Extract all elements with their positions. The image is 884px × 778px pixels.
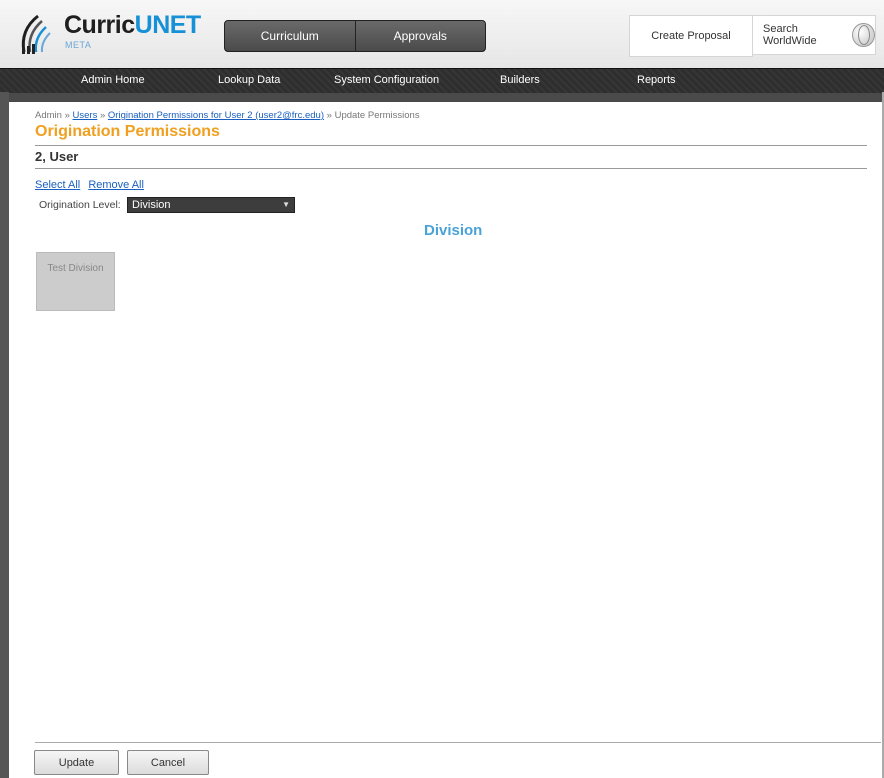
user-name-heading: 2, User	[35, 149, 79, 164]
menu-admin-home[interactable]: Admin Home	[81, 74, 145, 86]
select-all-link[interactable]: Select All	[35, 179, 80, 191]
search-worldwide-button[interactable]: Search WorldWide	[752, 15, 876, 55]
footer-divider	[35, 742, 881, 743]
page-title: Origination Permissions	[35, 123, 220, 140]
title-divider	[35, 145, 867, 146]
logo-text-part1: Curric	[64, 11, 135, 39]
section-title: Division	[424, 222, 483, 239]
header-bar: CurricUNET META Curriculum Approvals Cre…	[0, 0, 884, 68]
main-nav-tabs: Curriculum Approvals	[224, 20, 486, 52]
breadcrumb-separator: »	[326, 110, 332, 121]
logo-subtitle: META	[65, 40, 92, 50]
origination-level-value: Division	[132, 199, 171, 211]
breadcrumb-users-link[interactable]: Users	[73, 110, 98, 121]
create-proposal-button[interactable]: Create Proposal	[629, 15, 753, 57]
curricunet-logo[interactable]: CurricUNET META	[18, 8, 208, 60]
main-content: Admin » Users » Origination Permissions …	[9, 102, 882, 778]
tab-curriculum[interactable]: Curriculum	[225, 21, 356, 51]
breadcrumb-admin: Admin	[35, 110, 62, 121]
origination-level-select[interactable]: Division ▼	[127, 197, 295, 213]
breadcrumb-origination-link[interactable]: Origination Permissions for User 2 (user…	[108, 110, 324, 121]
search-worldwide-label: Search WorldWide	[763, 23, 817, 47]
division-tile[interactable]: Test Division	[36, 252, 115, 311]
breadcrumb: Admin » Users » Origination Permissions …	[35, 110, 420, 121]
selection-links: Select All Remove All	[35, 179, 149, 191]
menu-reports[interactable]: Reports	[637, 74, 676, 86]
cancel-button[interactable]: Cancel	[127, 750, 209, 775]
breadcrumb-separator: »	[64, 110, 70, 121]
origination-level-label: Origination Level:	[39, 199, 121, 211]
user-divider	[35, 168, 867, 169]
logo-text: CurricUNET	[64, 11, 201, 40]
breadcrumb-current: Update Permissions	[334, 110, 420, 121]
remove-all-link[interactable]: Remove All	[88, 179, 144, 191]
admin-menu-bar: Admin Home Lookup Data System Configurat…	[0, 68, 884, 93]
menu-builders[interactable]: Builders	[500, 74, 540, 86]
menu-lookup-data[interactable]: Lookup Data	[218, 74, 280, 86]
update-button[interactable]: Update	[34, 750, 119, 775]
globe-icon	[852, 23, 875, 47]
create-proposal-label: Create Proposal	[651, 30, 731, 42]
page-left-margin	[0, 92, 9, 778]
logo-emblem-icon	[21, 14, 51, 54]
tab-approvals[interactable]: Approvals	[355, 21, 485, 51]
logo-text-part2: UNET	[134, 11, 202, 39]
menu-system-configuration[interactable]: System Configuration	[334, 74, 439, 86]
dropdown-arrow-icon: ▼	[282, 200, 290, 209]
breadcrumb-separator: »	[99, 110, 106, 121]
